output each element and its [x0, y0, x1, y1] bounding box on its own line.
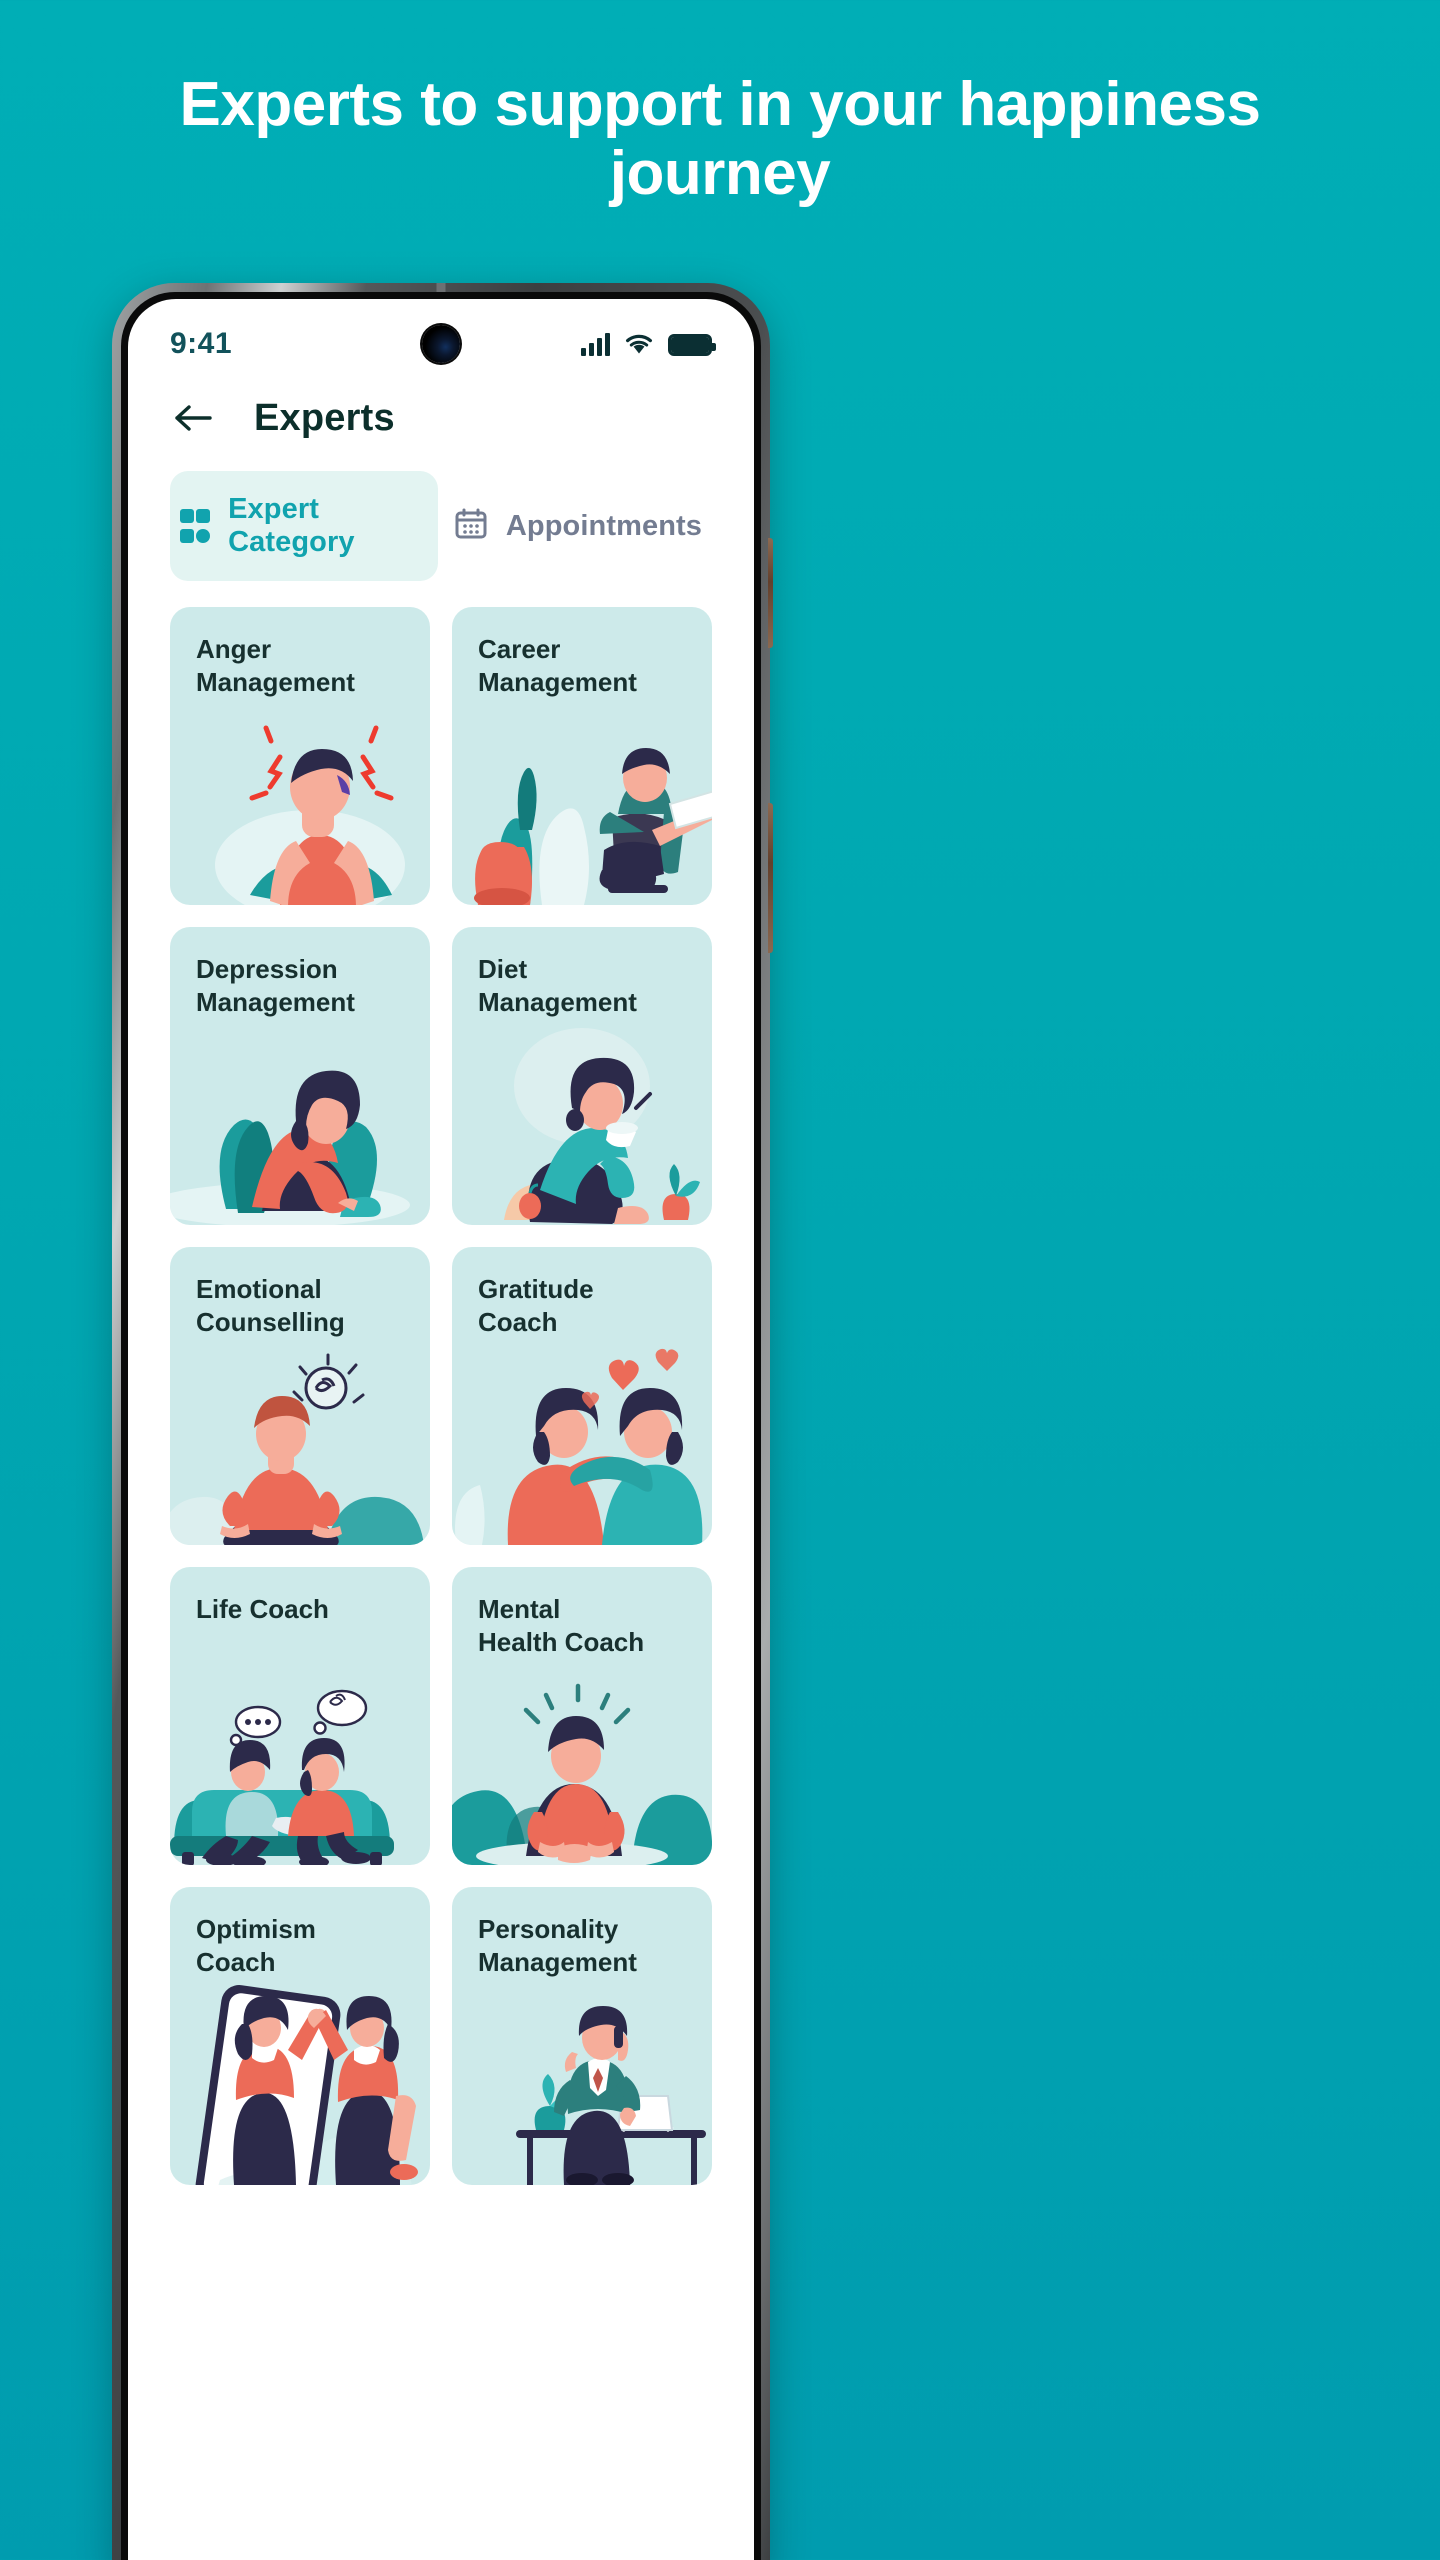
card-diet-management[interactable]: Diet Management	[452, 927, 712, 1225]
promo-headline: Experts to support in your happiness jou…	[179, 70, 1261, 209]
card-title: Diet Management	[478, 954, 637, 1018]
page-title: Experts	[254, 396, 395, 439]
category-grid-icon	[180, 509, 211, 543]
card-gratitude-coach[interactable]: Gratitude Coach	[452, 1247, 712, 1545]
card-title: Personality Management	[478, 1914, 637, 1978]
card-title: Career Management	[478, 634, 637, 698]
card-emotional-counselling[interactable]: Emotional Counselling	[170, 1247, 430, 1545]
tab-appointments-label: Appointments	[505, 509, 702, 542]
tab-appointments[interactable]: Appointments	[444, 471, 712, 581]
tab-bar: Expert Category Appointments	[128, 447, 754, 581]
tab-expert-category[interactable]: Expert Category	[170, 471, 438, 581]
power-button[interactable]	[768, 803, 773, 953]
card-title: Gratitude Coach	[478, 1274, 594, 1338]
card-life-coach[interactable]: Life Coach	[170, 1567, 430, 1865]
arrow-left-icon[interactable]	[170, 395, 216, 441]
signal-icon	[581, 333, 610, 356]
promo-banner: Experts to support in your happiness jou…	[0, 70, 1440, 209]
phone-mockup: 9:41 Experts Expert Category Appointment…	[112, 283, 773, 2560]
card-career-management[interactable]: Career Management	[452, 607, 712, 905]
card-title: Mental Health Coach	[478, 1594, 645, 1658]
card-optimism-coach[interactable]: Optimism Coach	[170, 1887, 430, 2185]
card-title: Life Coach	[196, 1594, 329, 1624]
wifi-icon	[624, 332, 654, 356]
status-icons	[581, 332, 716, 356]
app-bar: Experts	[128, 373, 754, 447]
expert-category-grid: Anger Management Career Management Depre…	[128, 581, 754, 2185]
status-bar: 9:41	[128, 299, 754, 373]
card-title: Emotional Counselling	[196, 1274, 345, 1338]
tab-expert-category-label: Expert Category	[228, 493, 355, 558]
card-personality-management[interactable]: Personality Management	[452, 1887, 712, 2185]
phone-screen: 9:41 Experts Expert Category Appointment…	[128, 299, 754, 2560]
status-clock: 9:41	[170, 327, 233, 360]
card-mental-health-coach[interactable]: Mental Health Coach	[452, 1567, 712, 1865]
volume-button[interactable]	[768, 538, 773, 648]
battery-icon	[668, 334, 716, 356]
card-anger-management[interactable]: Anger Management	[170, 607, 430, 905]
card-depression-management[interactable]: Depression Management	[170, 927, 430, 1225]
card-title: Anger Management	[196, 634, 355, 698]
front-camera-punch-hole	[422, 325, 460, 363]
phone-bezel: 9:41 Experts Expert Category Appointment…	[121, 292, 761, 2560]
card-title: Depression Management	[196, 954, 355, 1018]
calendar-icon	[454, 507, 488, 546]
card-title: Optimism Coach	[196, 1914, 316, 1978]
